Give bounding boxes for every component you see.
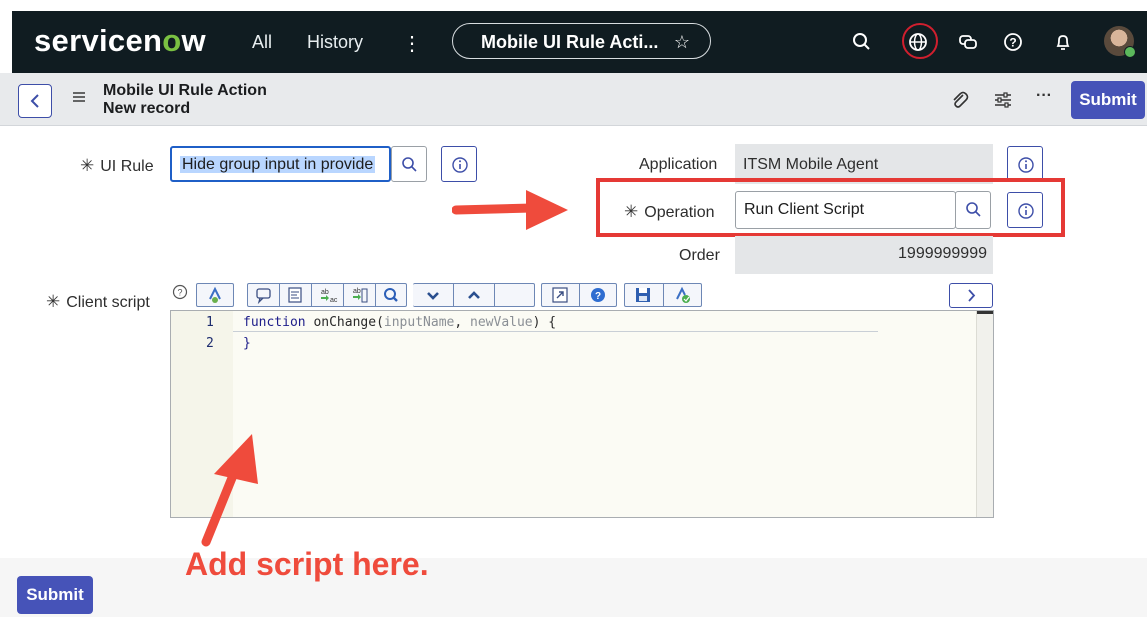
operation-input[interactable]: Run Client Script (735, 191, 956, 229)
nav-history-menu[interactable]: History (307, 32, 363, 53)
find-next-button[interactable] (413, 284, 454, 306)
annotation-arrow-up (201, 434, 258, 547)
servicenow-logo[interactable]: servicenow (34, 23, 206, 59)
save-icon (636, 288, 650, 302)
help-icon: ? (591, 288, 605, 302)
operation-info-button[interactable] (1007, 192, 1043, 228)
toggle-syntax-button[interactable] (196, 283, 234, 307)
info-icon (1018, 157, 1034, 173)
order-field: 1999999999 (735, 236, 993, 274)
nav-more-menu[interactable]: ⋮ (402, 31, 422, 56)
ui-rule-lookup-button[interactable] (391, 146, 427, 182)
globe-icon[interactable] (905, 29, 931, 55)
scrollbar-thumb[interactable] (977, 311, 993, 314)
editor-scrollbar[interactable] (976, 311, 993, 517)
svg-text:ac: ac (330, 297, 338, 304)
application-info-button[interactable] (1007, 146, 1043, 182)
expand-icon (552, 287, 568, 303)
context-menu-icon[interactable] (72, 90, 86, 104)
svg-text:ab: ab (353, 288, 361, 295)
fullscreen-button[interactable] (542, 284, 580, 306)
annotation-text: Add script here. (185, 546, 429, 582)
help-icon[interactable]: ? (1000, 29, 1026, 55)
current-tab-title: Mobile UI Rule Acti... (481, 32, 659, 52)
search-icon (384, 288, 398, 302)
line-number: 2 (206, 336, 214, 351)
find-button[interactable] (376, 284, 408, 306)
editor-toolbar-group-4 (624, 283, 702, 307)
settings-sliders-icon[interactable] (992, 89, 1014, 111)
line-number: 1 (206, 315, 214, 330)
search-icon[interactable] (849, 29, 875, 55)
chevron-left-icon (30, 94, 39, 108)
current-tab-pill[interactable]: Mobile UI Rule Acti... ☆ (452, 23, 711, 59)
ui-rule-input[interactable]: Hide group input in provide (170, 146, 391, 182)
help-icon[interactable]: ? (172, 284, 188, 300)
editor-toolbar-group-1: ab ac ab (247, 283, 407, 307)
find-previous-button[interactable] (454, 284, 495, 306)
script-toggle-icon (209, 286, 221, 303)
chat-icon[interactable] (955, 29, 981, 55)
client-script-editor[interactable]: 1 2 function onChange(inputName, newValu… (170, 310, 994, 518)
application-label: Application (639, 156, 718, 173)
top-navigation-bar: servicenow All History ⋮ Mobile UI Rule … (12, 11, 1147, 73)
annotation-arrow-right (452, 190, 568, 230)
replace-icon: abac (321, 289, 338, 304)
svg-text:ab: ab (321, 289, 329, 296)
ui-rule-value: Hide group input in provide (180, 156, 376, 173)
replace-button[interactable]: ab ac (312, 284, 344, 306)
form-header: Mobile UI Rule Action New record ··· Sub… (0, 73, 1147, 126)
form-footer (0, 558, 1147, 617)
info-icon (1018, 203, 1034, 219)
format-icon (288, 287, 302, 303)
search-icon (966, 202, 981, 217)
search-icon (402, 157, 417, 172)
comment-icon (256, 288, 271, 305)
operation-lookup-button[interactable] (955, 191, 991, 229)
editor-help-button[interactable]: ? (580, 284, 618, 306)
attachment-icon[interactable] (948, 89, 970, 111)
operation-label: ✳ Operation (624, 202, 715, 221)
bell-icon[interactable] (1050, 29, 1076, 55)
submit-button-bottom[interactable]: Submit (17, 576, 93, 614)
code-line[interactable]: } (243, 336, 251, 351)
format-code-button[interactable] (280, 284, 312, 306)
editor-toolbar-group-3: ? (541, 283, 617, 307)
svg-text:?: ? (1009, 36, 1016, 50)
submit-button-top[interactable]: Submit (1071, 81, 1145, 119)
chevron-down-icon (427, 292, 439, 300)
chevron-right-icon (968, 289, 976, 302)
replace-all-icon: ab (353, 288, 368, 303)
editor-toolbar-group-2 (413, 283, 535, 307)
save-script-button[interactable] (625, 284, 664, 306)
nav-all-menu[interactable]: All (252, 32, 272, 53)
order-label: Order (679, 247, 720, 264)
ui-rule-label: ✳ UI Rule (80, 156, 154, 175)
chevron-up-icon (468, 291, 480, 299)
expand-editor-button[interactable] (949, 283, 993, 308)
back-button[interactable] (18, 84, 52, 118)
svg-text:?: ? (177, 288, 182, 298)
comment-button[interactable] (248, 284, 280, 306)
syntax-check-icon (676, 286, 690, 303)
syntax-check-button[interactable] (664, 284, 703, 306)
client-script-label: ✳ Client script (46, 292, 150, 311)
user-avatar[interactable] (1104, 26, 1136, 58)
more-actions-button[interactable]: ··· (1036, 87, 1052, 105)
info-icon (452, 157, 468, 173)
svg-text:?: ? (595, 291, 601, 302)
record-title: Mobile UI Rule Action New record (103, 82, 267, 118)
page-subtitle: New record (103, 100, 191, 117)
ui-rule-info-button[interactable] (441, 146, 477, 182)
replace-all-button[interactable]: ab (344, 284, 376, 306)
page-title: Mobile UI Rule Action (103, 82, 267, 99)
online-status-dot (1124, 46, 1136, 58)
code-line[interactable]: function onChange(inputName, newValue) { (243, 315, 556, 330)
favorite-star-icon[interactable]: ☆ (674, 32, 690, 53)
